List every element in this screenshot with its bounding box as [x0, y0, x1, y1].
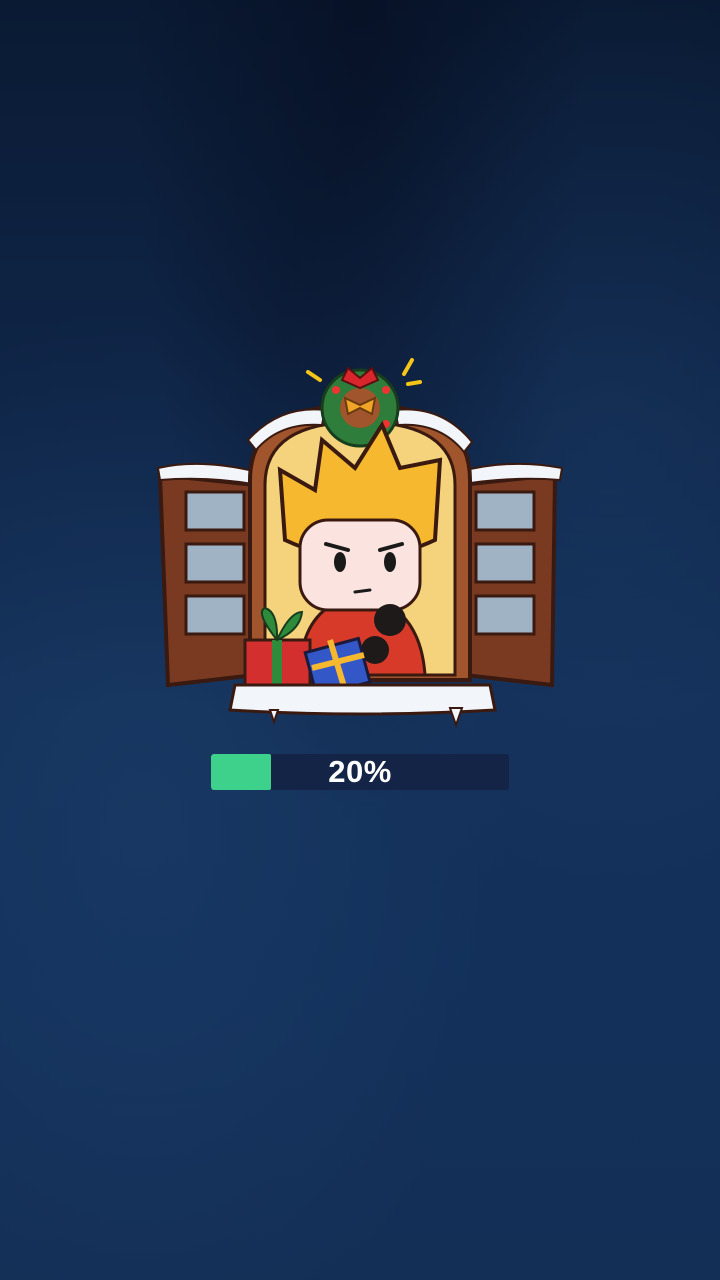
right-shutter	[457, 462, 564, 688]
left-shutter	[156, 462, 259, 688]
loading-progress-bar: 20%	[211, 754, 509, 790]
window-sill	[228, 683, 497, 729]
christmas-window-character-icon	[150, 350, 570, 730]
loading-progress-label: 20%	[328, 754, 392, 789]
